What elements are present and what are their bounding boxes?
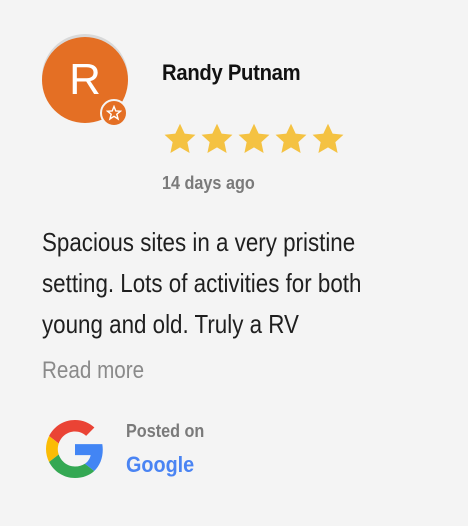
review-text: Spacious sites in a very pristine settin… — [42, 227, 362, 339]
star-icon — [238, 123, 270, 153]
star-icon — [201, 123, 233, 153]
reviewer-name: Randy Putnam — [162, 60, 301, 85]
read-more-link[interactable]: Read more — [42, 357, 144, 385]
star-rating — [162, 121, 346, 157]
star-icon — [312, 123, 344, 153]
star-icon — [275, 123, 307, 153]
posted-on-label: Posted on — [126, 421, 205, 441]
platform-link[interactable]: Google — [126, 452, 194, 478]
local-guide-badge-icon — [100, 99, 128, 127]
review-card: R Randy Putnam 14 days ago Spacious site… — [0, 0, 468, 526]
review-date: 14 days ago — [162, 173, 255, 193]
star-icon — [164, 123, 196, 153]
google-icon — [46, 420, 103, 478]
